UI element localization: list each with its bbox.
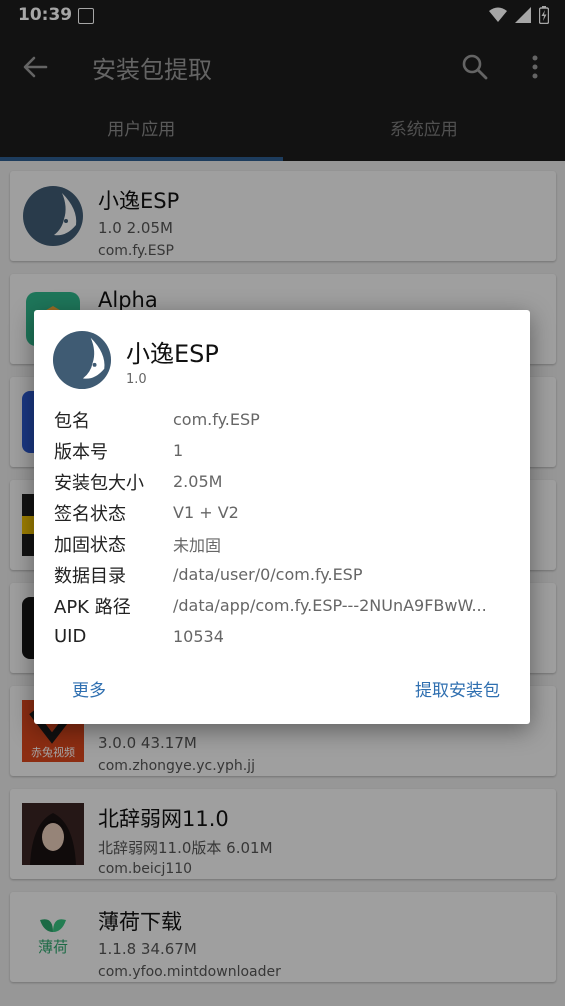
info-value: 10534 bbox=[173, 627, 224, 646]
info-value: V1 + V2 bbox=[173, 503, 239, 522]
info-row-signature: 签名状态 V1 + V2 bbox=[54, 497, 514, 528]
info-value: com.fy.ESP bbox=[173, 410, 260, 429]
info-key: 签名状态 bbox=[54, 503, 126, 525]
info-row-hardening: 加固状态 未加固 bbox=[54, 528, 514, 559]
app-info-dialog: 小逸ESP 1.0 包名 com.fy.ESP 版本号 1 安装包大小 2.05… bbox=[34, 310, 530, 724]
info-row-size: 安装包大小 2.05M bbox=[54, 466, 514, 497]
info-row-apk-path: APK 路径 /data/app/com.fy.ESP---2NUnA9FBwW… bbox=[54, 590, 514, 621]
info-row-data-dir: 数据目录 /data/user/0/com.fy.ESP bbox=[54, 559, 514, 590]
info-key: 包名 bbox=[54, 410, 90, 432]
info-value: 2.05M bbox=[173, 472, 223, 491]
info-key: 数据目录 bbox=[54, 565, 126, 587]
info-value: 未加固 bbox=[173, 535, 222, 555]
info-row-uid: UID 10534 bbox=[54, 621, 514, 652]
info-key: UID bbox=[54, 626, 87, 647]
dialog-app-version: 1.0 bbox=[126, 372, 147, 387]
info-key: 安装包大小 bbox=[54, 472, 144, 494]
info-value: 1 bbox=[173, 441, 184, 460]
app-info-table: 包名 com.fy.ESP 版本号 1 安装包大小 2.05M 签名状态 V1 … bbox=[54, 404, 514, 652]
extract-apk-button[interactable]: 提取安装包 bbox=[415, 676, 500, 701]
info-key: 版本号 bbox=[54, 441, 108, 463]
info-value: /data/app/com.fy.ESP---2NUnA9FBwW... bbox=[173, 596, 487, 615]
info-value: /data/user/0/com.fy.ESP bbox=[173, 565, 363, 584]
esp-app-icon bbox=[52, 330, 112, 390]
info-key: 加固状态 bbox=[54, 534, 126, 556]
info-key: APK 路径 bbox=[54, 596, 131, 618]
info-row-package: 包名 com.fy.ESP bbox=[54, 404, 514, 435]
info-row-version-code: 版本号 1 bbox=[54, 435, 514, 466]
dialog-app-name: 小逸ESP bbox=[126, 340, 219, 368]
more-button[interactable]: 更多 bbox=[72, 676, 106, 701]
